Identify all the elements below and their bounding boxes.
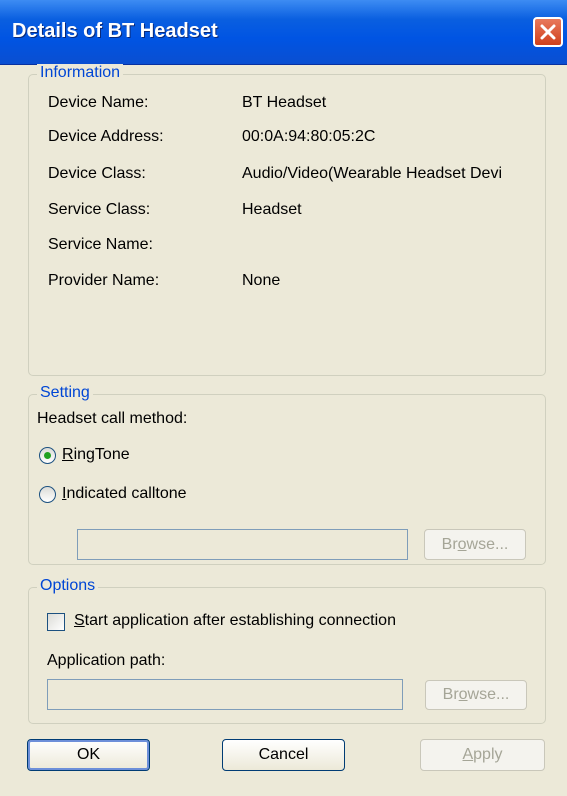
device-name-value: BT Headset bbox=[242, 94, 327, 111]
dialog-window: Details of BT Headset Information Device… bbox=[0, 0, 567, 796]
service-class-value: Headset bbox=[242, 201, 302, 218]
setting-browse-button[interactable]: Browse... bbox=[424, 529, 526, 560]
radio-selected-dot bbox=[44, 452, 51, 459]
indicated-calltone-label[interactable]: Indicated calltone bbox=[62, 485, 187, 503]
device-address-value: 00:0A:94:80:05:2C bbox=[242, 128, 376, 145]
information-group: Information Device Name: BT Headset Devi… bbox=[28, 64, 546, 376]
application-path-label: Application path: bbox=[47, 652, 166, 669]
options-legend: Options bbox=[37, 577, 99, 595]
device-class-label: Device Class: bbox=[48, 165, 146, 182]
start-application-checkbox[interactable]: Start application after establishing con… bbox=[47, 611, 477, 635]
provider-name-value: None bbox=[242, 272, 281, 289]
close-button[interactable] bbox=[533, 17, 563, 47]
title-bar[interactable]: Details of BT Headset bbox=[0, 0, 567, 65]
ringtone-radio-circle[interactable] bbox=[39, 447, 56, 464]
application-path-input[interactable] bbox=[47, 679, 403, 710]
start-application-label[interactable]: Start application after establishing con… bbox=[74, 612, 396, 630]
provider-name-label: Provider Name: bbox=[48, 272, 160, 289]
setting-group: Setting Headset call method: RingTone In… bbox=[28, 384, 546, 565]
cancel-button[interactable]: Cancel bbox=[222, 739, 345, 771]
ok-button[interactable]: OK bbox=[27, 739, 150, 771]
information-legend: Information bbox=[37, 64, 124, 82]
indicated-calltone-radio[interactable]: Indicated calltone bbox=[39, 484, 259, 508]
indicated-calltone-radio-circle[interactable] bbox=[39, 486, 56, 503]
call-method-label: Headset call method: bbox=[37, 410, 188, 427]
ringtone-radio[interactable]: RingTone bbox=[39, 445, 199, 469]
calltone-path-input[interactable] bbox=[77, 529, 408, 560]
device-address-label: Device Address: bbox=[48, 128, 164, 145]
start-application-checkbox-box[interactable] bbox=[47, 613, 65, 631]
window-title: Details of BT Headset bbox=[12, 20, 218, 42]
options-group: Options Start application after establis… bbox=[28, 577, 546, 724]
apply-button[interactable]: Apply bbox=[420, 739, 545, 771]
device-name-label: Device Name: bbox=[48, 94, 149, 111]
service-name-label: Service Name: bbox=[48, 236, 153, 253]
options-browse-button[interactable]: Browse... bbox=[425, 680, 527, 710]
ringtone-label[interactable]: RingTone bbox=[62, 446, 130, 464]
setting-legend: Setting bbox=[37, 384, 93, 402]
device-class-value: Audio/Video(Wearable Headset Devi bbox=[242, 165, 503, 182]
service-class-label: Service Class: bbox=[48, 201, 151, 218]
